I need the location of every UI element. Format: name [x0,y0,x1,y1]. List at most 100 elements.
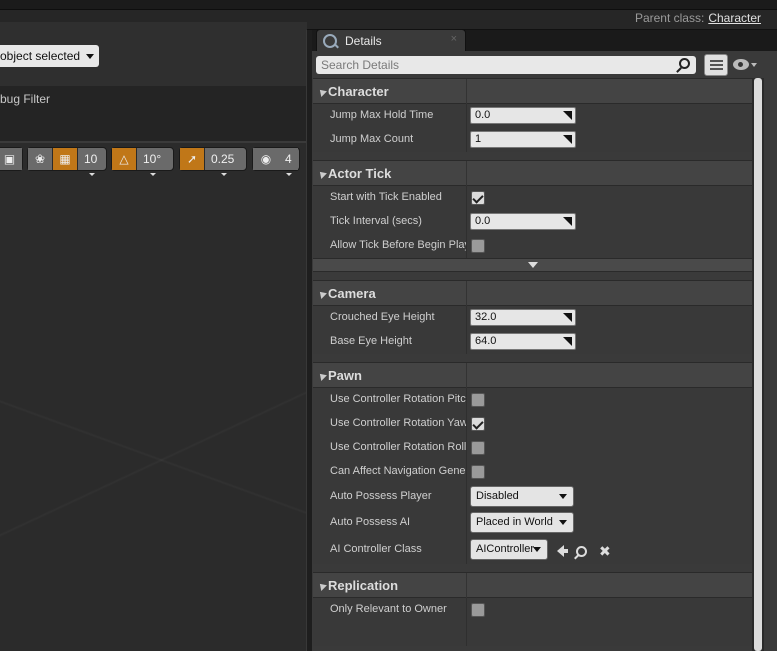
property-label: Base Eye Height [330,335,412,347]
rotation-snap-value[interactable]: 10° [137,148,168,176]
property-label: Tick Interval (secs) [330,215,422,227]
grid-snap-group: ❀ ▦ 10 [27,147,107,176]
property-row-only-relevant-to-owner: Only Relevant to Owner [313,598,752,622]
column-divider [466,186,467,210]
property-row-start-with-tick-enabled: Start with Tick Enabled [313,186,752,210]
property-row-use-controller-rotation-yaw: Use Controller Rotation Yaw [313,412,752,436]
eye-icon [733,59,749,70]
scale-snap-value[interactable]: 0.25 [205,148,241,176]
category-actor-tick[interactable]: Actor Tick [313,160,752,187]
column-divider [466,210,467,234]
grid-line [710,68,723,70]
use-controller-rotation-yaw-checkbox[interactable] [471,417,485,431]
details-scrollbar[interactable] [752,78,764,651]
use-selected-arrow-icon[interactable] [557,545,568,557]
search-input[interactable] [321,57,671,73]
property-label: Start with Tick Enabled [330,191,442,203]
dropdown-value: AIController [476,543,535,555]
crouched-eye-height-field[interactable]: 32.0 [470,309,576,326]
camera-speed-icon[interactable]: ◉ [253,148,279,170]
jump-max-hold-time-field[interactable]: 0.0 [470,107,576,124]
category-gap [313,354,752,362]
collapse-arrow-icon[interactable] [317,169,327,179]
property-row-auto-possess-player: Auto Possess Player Disabled [313,484,752,510]
start-with-tick-enabled-checkbox[interactable] [471,191,485,205]
parent-class-link[interactable]: Character [708,11,761,25]
only-relevant-to-owner-checkbox[interactable] [471,603,485,617]
column-divider [466,281,467,307]
spin-drag-icon[interactable] [563,135,572,144]
auto-possess-player-dropdown[interactable]: Disabled [470,486,574,507]
collapse-arrow-icon[interactable] [317,289,327,299]
tab-details[interactable]: Details × [316,29,466,51]
property-matrix-button[interactable] [704,54,728,76]
category-replication[interactable]: Replication [313,572,752,599]
base-eye-height-field[interactable]: 64.0 [470,333,576,350]
search-icon[interactable] [679,58,690,69]
view-options-button[interactable] [733,58,757,72]
jump-max-count-field[interactable]: 1 [470,131,576,148]
property-row-partial [313,622,752,646]
column-divider [466,161,467,187]
chevron-down-icon [751,63,757,67]
surface-snap-icon[interactable]: ❀ [28,148,52,170]
property-row-jump-max-count: Jump Max Count 1 [313,128,752,152]
grid-snap-value[interactable]: 10 [78,148,104,176]
browse-search-icon[interactable] [576,545,587,557]
column-divider [466,128,467,152]
can-affect-navigation-checkbox[interactable] [471,465,485,479]
spin-drag-icon[interactable] [563,313,572,322]
column-divider [466,622,467,646]
category-gap [313,272,752,280]
auto-possess-ai-dropdown[interactable]: Placed in World [470,512,574,533]
viewport-canvas[interactable] [0,141,306,651]
camera-speed-value[interactable]: 4 [279,148,298,176]
rotation-snap-icon[interactable]: △ [112,148,136,170]
property-label: Only Relevant to Owner [330,603,447,615]
close-icon[interactable]: × [451,33,457,45]
field-value: 64.0 [475,335,497,347]
allow-tick-before-begin-play-checkbox[interactable] [471,239,485,253]
collapse-arrow-icon[interactable] [317,581,327,591]
collapse-arrow-icon[interactable] [317,371,327,381]
spin-drag-icon[interactable] [563,217,572,226]
field-value: 1 [475,133,482,145]
ai-controller-actions: ✖ [557,544,611,558]
search-details-box [316,56,696,74]
column-divider [466,510,467,536]
property-label: AI Controller Class [330,543,422,555]
spin-drag-icon[interactable] [563,337,572,346]
property-row-use-controller-rotation-roll: Use Controller Rotation Roll [313,436,752,460]
advanced-expander[interactable] [313,258,752,272]
debug-object-select[interactable]: object selected [0,45,99,67]
grid-line [710,64,723,66]
field-value: 0.0 [475,109,491,121]
grid-snap-icon[interactable]: ▦ [53,148,77,170]
category-title: Pawn [328,368,362,383]
cube-icon[interactable]: ▣ [0,148,22,170]
column-divider [466,598,467,622]
property-label: Jump Max Count [330,133,414,145]
ai-controller-class-dropdown[interactable]: AIController [470,539,548,560]
chevron-down-icon [86,54,94,59]
scale-snap-icon[interactable]: ➚ [180,148,204,170]
property-row-ai-controller-class: AI Controller Class AIController ✖ [313,536,752,564]
property-row-allow-tick-before-begin-play: Allow Tick Before Begin Play [313,234,752,258]
category-camera[interactable]: Camera [313,280,752,307]
chevron-down-icon [528,262,538,268]
collapse-arrow-icon[interactable] [317,87,327,97]
category-pawn[interactable]: Pawn [313,362,752,389]
property-row-auto-possess-ai: Auto Possess AI Placed in World [313,510,752,536]
use-controller-rotation-pitch-checkbox[interactable] [471,393,485,407]
scrollbar-thumb[interactable] [754,78,762,651]
column-divider [466,412,467,436]
tick-interval-field[interactable]: 0.0 [470,213,576,230]
property-label: Auto Possess Player [330,490,432,502]
use-controller-rotation-roll-checkbox[interactable] [471,441,485,455]
camera-speed-group: ◉ 4 [252,147,300,176]
property-row-jump-max-hold-time: Jump Max Hold Time 0.0 [313,104,752,128]
spin-drag-icon[interactable] [563,111,572,120]
clear-x-icon[interactable]: ✖ [599,544,611,558]
category-character[interactable]: Character [313,78,752,105]
view-mode-group: ▣ [0,147,23,171]
